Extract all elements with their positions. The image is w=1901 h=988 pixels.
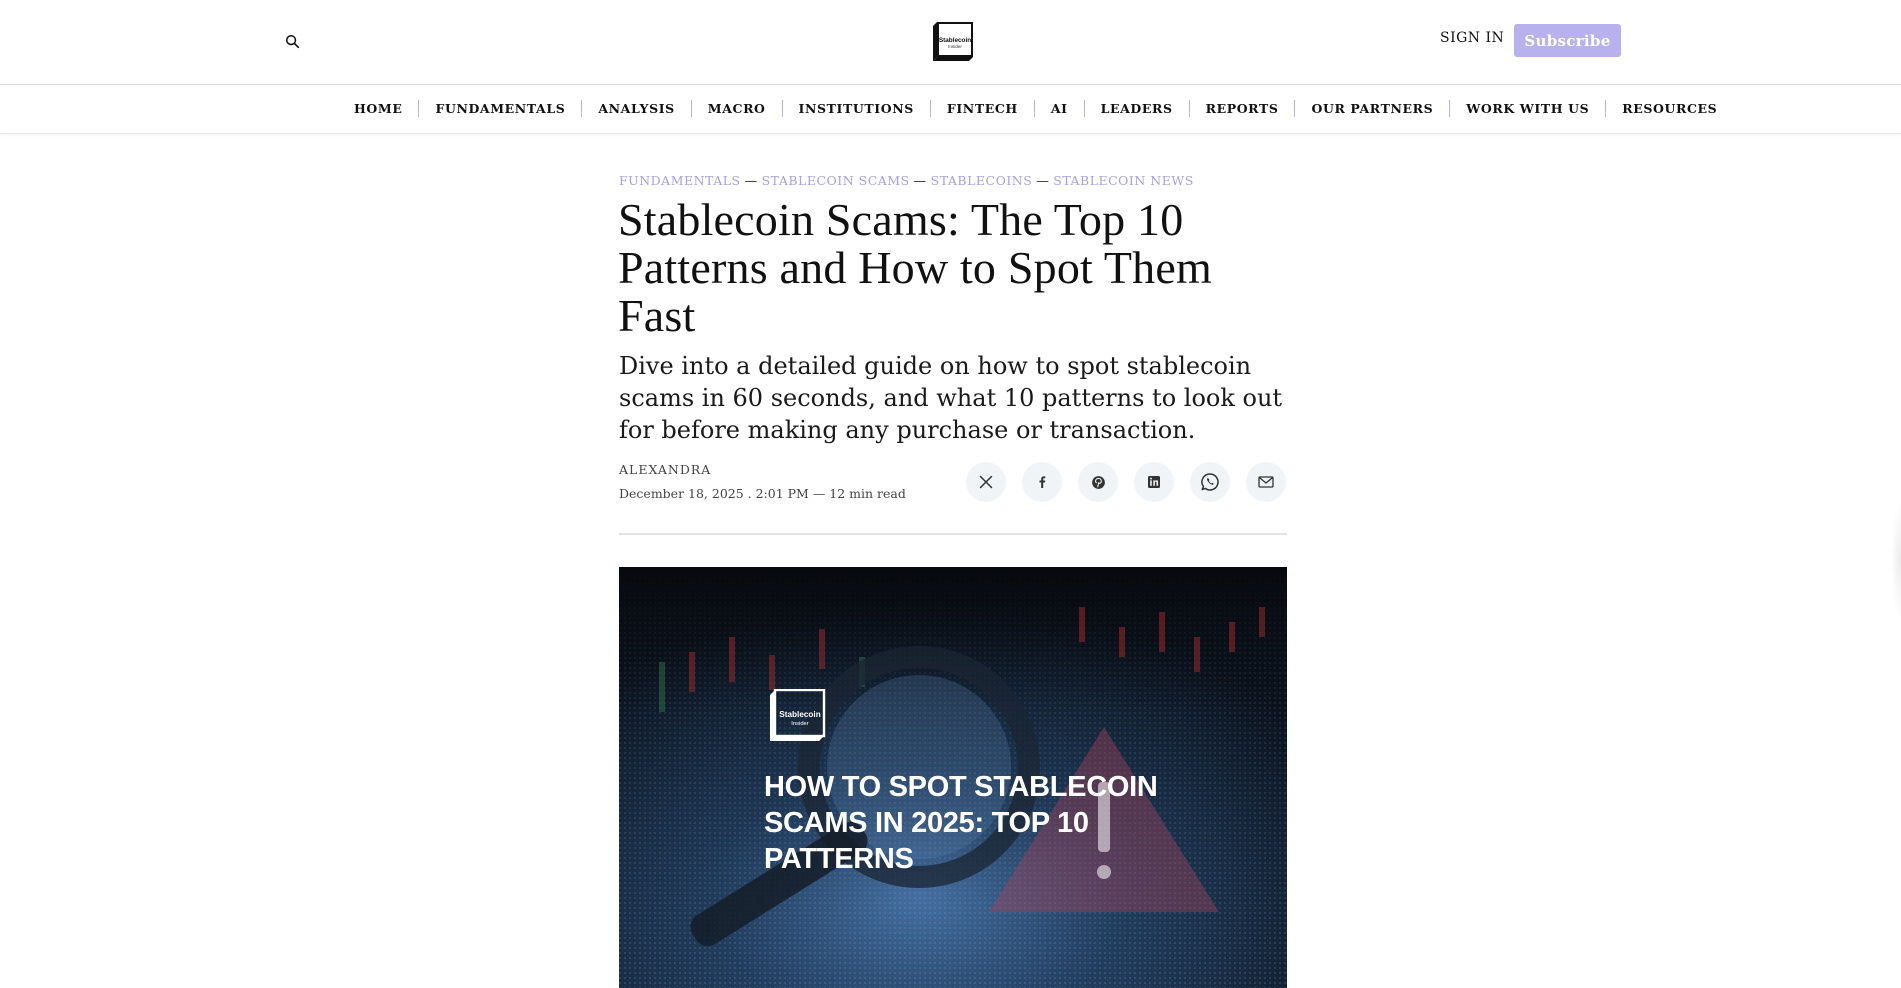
svg-text:Stablecoin: Stablecoin	[779, 710, 820, 719]
svg-text:Insider: Insider	[948, 44, 962, 49]
author-name[interactable]: ALEXANDRA	[619, 462, 711, 477]
nav-item-leaders[interactable]: LEADERS	[1085, 101, 1189, 116]
nav-item-fundamentals[interactable]: FUNDAMENTALS	[419, 101, 581, 116]
hero-headline: HOW TO SPOT STABLECOIN SCAMS IN 2025: TO…	[764, 771, 1158, 875]
nav-item-work-with-us[interactable]: WORK WITH US	[1450, 101, 1605, 116]
share-facebook-button[interactable]	[1022, 462, 1062, 502]
nav-item-resources[interactable]: RESOURCES	[1606, 101, 1733, 116]
facebook-icon	[1039, 476, 1046, 488]
category-separator: —	[744, 173, 758, 188]
nav-item-fintech[interactable]: FINTECH	[931, 101, 1034, 116]
category-link-stablecoin-news[interactable]: STABLECOIN NEWS	[1053, 173, 1194, 188]
site-header: Stablecoin Insider SIGN IN Subscribe	[0, 0, 1901, 85]
hero-logo: Stablecoin Insider	[768, 688, 826, 741]
pinterest-icon	[1091, 475, 1105, 489]
nav-item-reports[interactable]: REPORTS	[1190, 101, 1295, 116]
search-icon	[285, 34, 299, 48]
nav-item-ai[interactable]: AI	[1035, 101, 1084, 116]
category-separator: —	[913, 173, 927, 188]
share-email-button[interactable]	[1246, 462, 1286, 502]
email-icon	[1258, 476, 1274, 488]
linkedin-icon	[1148, 476, 1160, 488]
subscribe-button[interactable]: Subscribe	[1514, 24, 1621, 57]
nav-item-home[interactable]: HOME	[338, 101, 418, 116]
site-logo[interactable]: Stablecoin Insider	[931, 21, 975, 61]
x-icon	[979, 475, 993, 489]
nav-list: HOME FUNDAMENTALS ANALYSIS MACRO INSTITU…	[338, 100, 1733, 117]
nav-item-our-partners[interactable]: OUR PARTNERS	[1295, 101, 1449, 116]
article-subtitle: Dive into a detailed guide on how to spo…	[619, 352, 1283, 444]
share-whatsapp-button[interactable]	[1190, 462, 1230, 502]
nav-item-institutions[interactable]: INSTITUTIONS	[783, 101, 930, 116]
search-button[interactable]	[283, 32, 301, 50]
category-link-stablecoin-scams[interactable]: STABLECOIN SCAMS	[762, 173, 910, 188]
hero-image: Stablecoin Insider HOW TO SPOT STABLECOI…	[619, 567, 1287, 988]
article-divider	[619, 533, 1287, 535]
article-meta: December 18, 2025 . 2:01 PM — 12 min rea…	[619, 486, 906, 501]
edge-shadow	[1891, 500, 1901, 620]
share-linkedin-button[interactable]	[1134, 462, 1174, 502]
category-separator: —	[1036, 173, 1050, 188]
share-x-button[interactable]	[966, 462, 1006, 502]
main-nav: HOME FUNDAMENTALS ANALYSIS MACRO INSTITU…	[0, 86, 1901, 134]
category-link-fundamentals[interactable]: FUNDAMENTALS	[619, 173, 741, 188]
share-buttons	[966, 462, 1286, 502]
nav-item-analysis[interactable]: ANALYSIS	[582, 101, 690, 116]
article-title: Stablecoin Scams: The Top 10 Patterns an…	[618, 194, 1212, 341]
svg-text:Insider: Insider	[791, 721, 808, 727]
whatsapp-icon	[1201, 473, 1219, 491]
svg-text:Stablecoin: Stablecoin	[939, 37, 971, 44]
share-pinterest-button[interactable]	[1078, 462, 1118, 502]
category-link-stablecoins[interactable]: STABLECOINS	[931, 173, 1033, 188]
sign-in-link[interactable]: SIGN IN	[1440, 30, 1504, 46]
nav-item-macro[interactable]: MACRO	[692, 101, 782, 116]
category-breadcrumb: FUNDAMENTALS — STABLECOIN SCAMS — STABLECOIN…	[619, 173, 1194, 188]
